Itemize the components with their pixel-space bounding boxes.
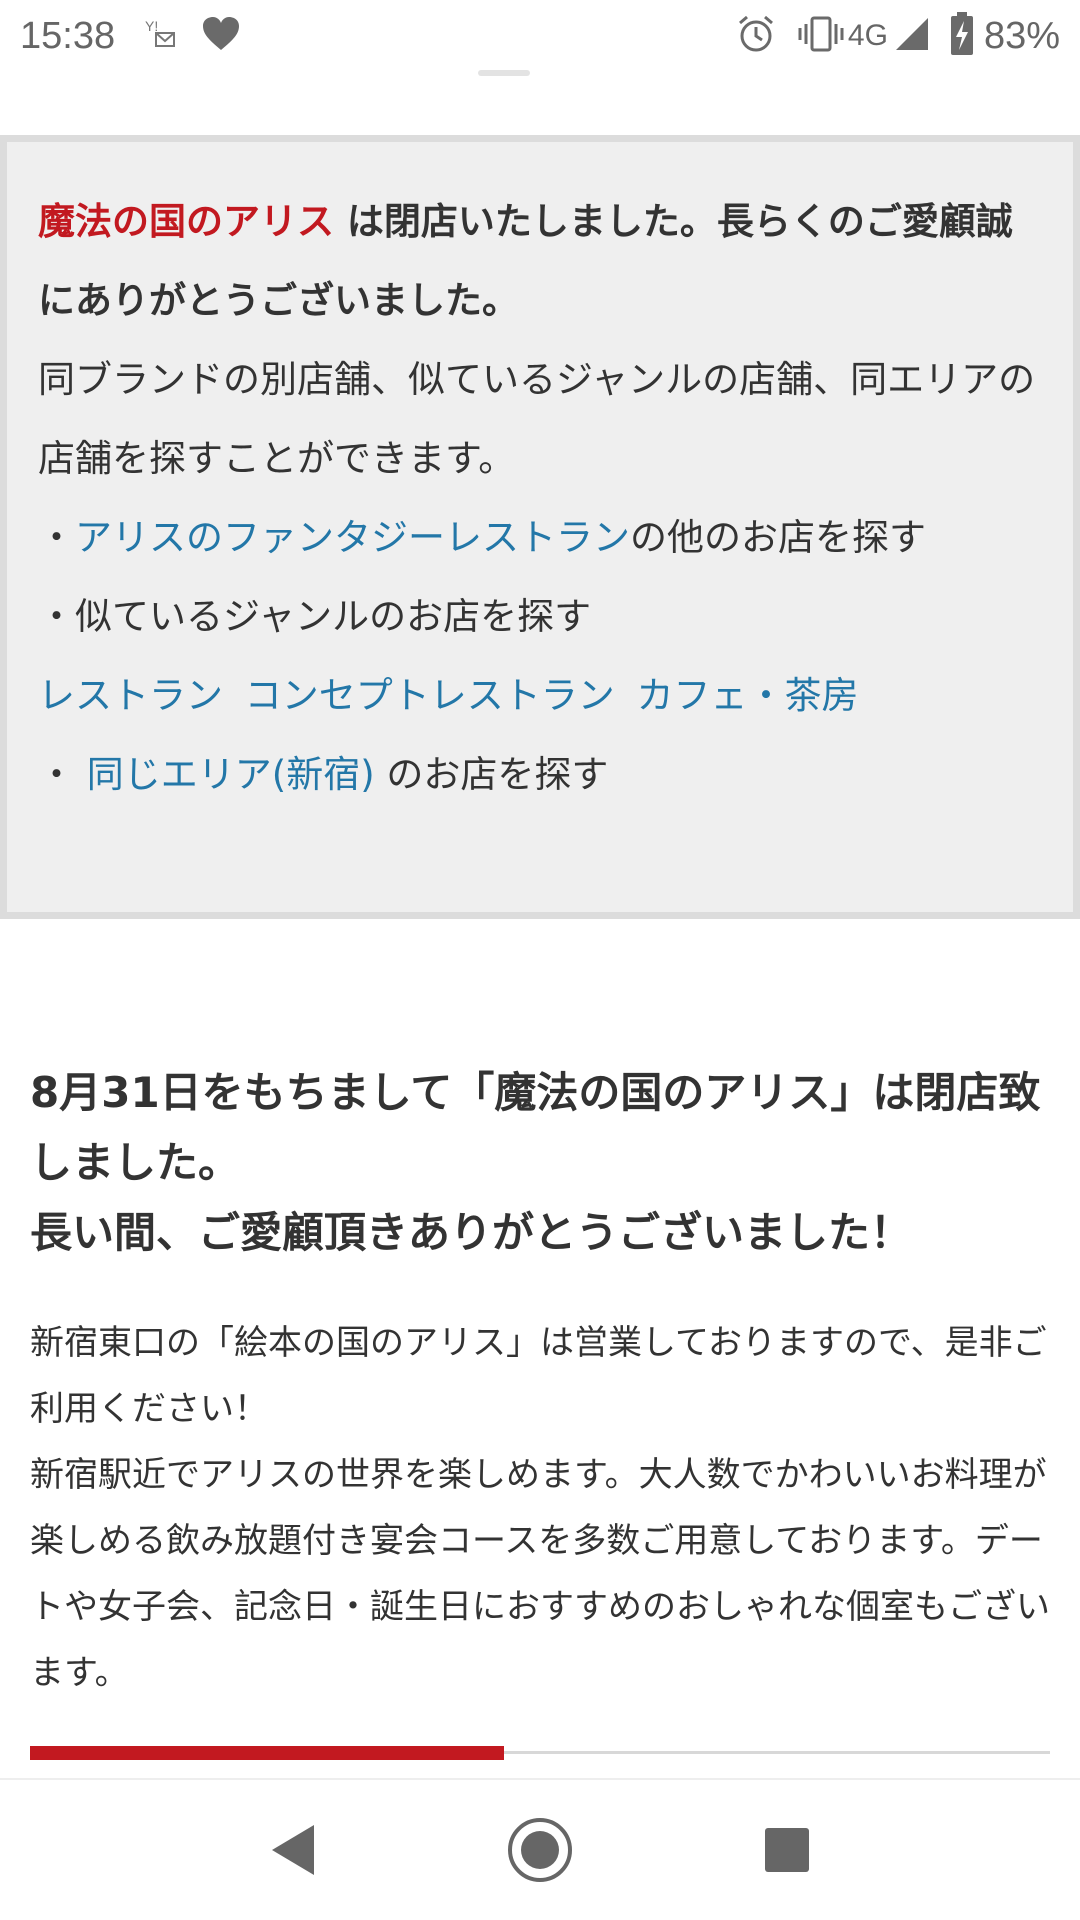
brand-search-line: ・アリスのファンタジーレストランの他のお店を探す bbox=[38, 498, 1043, 577]
closing-heading-line2: 長い間、ご愛顧頂きありがとうございました！ bbox=[30, 1208, 913, 1257]
home-icon bbox=[507, 1818, 572, 1882]
closing-body-line1: 新宿東口の「絵本の国のアリス」は営業しておりますので、是非ご利用ください！ bbox=[30, 1323, 1047, 1429]
search-intro: 同ブランドの別店舗、似ているジャンルの店舗、同エリアの店舗を探すことができます。 bbox=[38, 358, 1036, 480]
closing-body-line2: 新宿駅近でアリスの世界を楽しめます。大人数でかわいいお料理が楽しめる飲み放題付き… bbox=[30, 1455, 1050, 1693]
main-content: 8月31日をもちまして「魔法の国のアリス」は閉店致しました。 長い間、ご愛顧頂き… bbox=[30, 1058, 1050, 1706]
status-right: 4G 83% bbox=[708, 12, 1060, 60]
area-search-line: ・ 同じエリア(新宿) のお店を探す bbox=[38, 735, 1043, 814]
vibrate-icon bbox=[798, 14, 844, 58]
closing-heading: 8月31日をもちまして「魔法の国のアリス」は閉店致しました。 長い間、ご愛顧頂き… bbox=[30, 1058, 1050, 1268]
genre-link-concept-restaurant[interactable]: コンセプトレストラン bbox=[245, 674, 615, 717]
genre-search-line: ・似ているジャンルのお店を探す bbox=[38, 595, 592, 638]
brand-link[interactable]: アリスのファンタジーレストラン bbox=[75, 516, 630, 559]
closing-heading-line1: 8月31日をもちまして「魔法の国のアリス」は閉店致しました。 bbox=[30, 1068, 1041, 1187]
progress-fill bbox=[30, 1746, 505, 1760]
closing-body: 新宿東口の「絵本の国のアリス」は営業しておりますので、是非ご利用ください！ 新宿… bbox=[30, 1310, 1050, 1706]
bullet: ・ bbox=[38, 753, 75, 796]
recents-icon bbox=[764, 1828, 809, 1872]
status-left: 15:38 Y! bbox=[20, 15, 241, 58]
shop-name: 魔法の国のアリス bbox=[38, 200, 334, 243]
area-suffix: のお店を探す bbox=[374, 753, 609, 796]
closed-notice-box: 魔法の国のアリス は閉店いたしました。長らくのご愛顧誠にありがとうございました。… bbox=[0, 135, 1080, 919]
closed-notice-title: 魔法の国のアリス は閉店いたしました。長らくのご愛顧誠にありがとうございました。 bbox=[38, 182, 1043, 340]
area-link[interactable]: 同じエリア(新宿) bbox=[87, 753, 375, 796]
genre-link-restaurant[interactable]: レストラン bbox=[38, 674, 223, 717]
network-type: 4G bbox=[847, 19, 888, 52]
back-icon bbox=[272, 1825, 315, 1875]
status-time: 15:38 bbox=[20, 14, 116, 57]
brand-suffix: の他のお店を探す bbox=[630, 516, 926, 559]
genre-link-cafe[interactable]: カフェ・茶房 bbox=[637, 674, 859, 717]
mail-notification-icon: Y! bbox=[143, 16, 179, 56]
battery-charging-icon bbox=[950, 12, 974, 60]
android-nav-bar bbox=[0, 1778, 1080, 1920]
recents-button[interactable] bbox=[747, 1810, 827, 1890]
signal-icon bbox=[894, 16, 930, 56]
status-bar: 15:38 Y! 4G 83% bbox=[0, 0, 1080, 72]
battery-percentage: 83% bbox=[983, 14, 1060, 57]
alarm-icon bbox=[736, 14, 776, 58]
bullet: ・ bbox=[38, 516, 75, 559]
heart-icon bbox=[201, 16, 241, 56]
sheet-drag-handle[interactable] bbox=[478, 70, 530, 76]
genre-links: レストラン コンセプトレストラン カフェ・茶房 bbox=[38, 656, 1043, 735]
back-button[interactable] bbox=[253, 1810, 333, 1890]
page-progress-bar bbox=[30, 1746, 1050, 1760]
home-button[interactable] bbox=[500, 1810, 580, 1890]
svg-text:Y!: Y! bbox=[145, 18, 158, 34]
